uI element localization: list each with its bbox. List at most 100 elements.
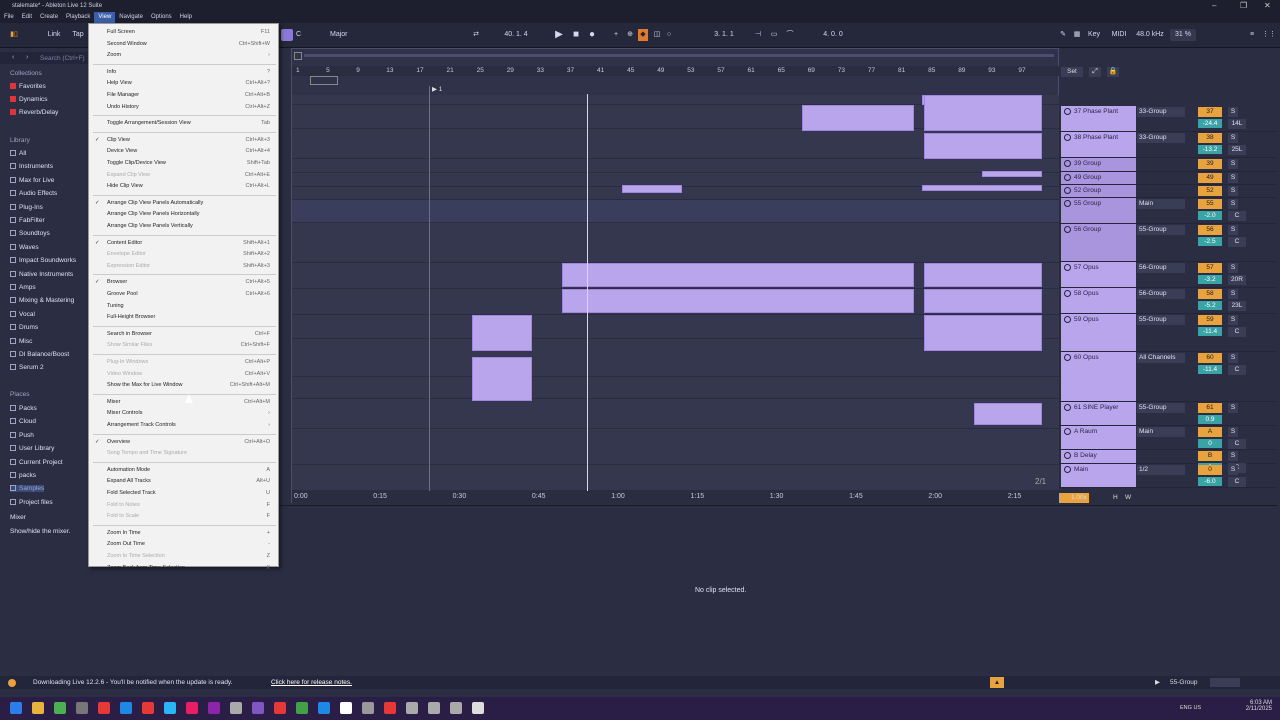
pan-value[interactable]: C: [1228, 439, 1246, 449]
menu-item[interactable]: Arrange Clip View Panels Vertically: [107, 221, 272, 231]
library-item[interactable]: Plug-Ins: [10, 203, 43, 211]
output-routing[interactable]: 33-Group: [1137, 133, 1185, 143]
track-activator-icon[interactable]: [1064, 452, 1071, 459]
metronome-icon[interactable]: ○: [664, 29, 674, 41]
track-header[interactable]: 57 Opus 56-Group 57 S -3.2 20R: [1059, 262, 1277, 288]
volume-value[interactable]: -3.2: [1198, 275, 1222, 284]
track-name[interactable]: A Raum: [1061, 426, 1136, 449]
time-ruler[interactable]: 0:00 0:15 0:30 0:45 1:00 1:15 1:30 1:45 2:00 2:15: [292, 491, 1060, 503]
volume-value[interactable]: -11.4: [1198, 365, 1222, 374]
menu-item[interactable]: Search in Browser Ctrl+F: [107, 329, 272, 339]
volume-value[interactable]: -6.0: [1198, 477, 1222, 486]
taskbar-app-icon[interactable]: [406, 702, 418, 714]
track-number[interactable]: 39: [1198, 159, 1222, 169]
beat-ruler[interactable]: 1 5 9 13 17 21 25 29 33 37 41 45 49 53 57 61 65 69 73 77 81 8…: [292, 66, 1060, 76]
output-routing[interactable]: All Channels: [1137, 353, 1185, 363]
pan-value[interactable]: 20R: [1228, 275, 1246, 285]
library-item[interactable]: Mixing & Mastering: [10, 297, 74, 304]
menu-item[interactable]: Zoom Out Time -: [107, 539, 272, 549]
menu-item[interactable]: Mixer Controls ›: [107, 408, 272, 418]
punch-icon[interactable]: ◆: [638, 29, 648, 41]
solo-button[interactable]: S: [1228, 289, 1238, 299]
solo-button[interactable]: S: [1228, 159, 1238, 169]
menu-options[interactable]: Options: [147, 12, 176, 23]
loop-brace[interactable]: [310, 76, 338, 85]
track-header[interactable]: 56 Group 55-Group 56 S -2.5 C: [1059, 224, 1277, 262]
output-routing[interactable]: 55-Group: [1137, 225, 1185, 235]
taskbar-app-icon[interactable]: [32, 702, 44, 714]
w-toggle[interactable]: W: [1125, 494, 1131, 501]
volume-value[interactable]: -2.5: [1198, 237, 1222, 246]
library-item[interactable]: Impact Soundworks: [10, 257, 76, 264]
taskbar-app-icon[interactable]: [10, 702, 22, 714]
clip[interactable]: [924, 315, 1042, 351]
track-activator-icon[interactable]: [1064, 316, 1071, 323]
menu-help[interactable]: Help: [176, 12, 196, 23]
menu-item[interactable]: Help View Ctrl+Alt+?: [107, 78, 272, 88]
track-number[interactable]: 38: [1198, 133, 1222, 143]
menu-item[interactable]: ✓ Overview Ctrl+Alt+O: [95, 437, 272, 447]
session-view-icon[interactable]: ⋮⋮: [1262, 29, 1276, 41]
loop-icon[interactable]: ▭: [768, 29, 780, 41]
menu-navigate[interactable]: Navigate: [115, 12, 147, 23]
track-header[interactable]: 61 SINE Player 55-Group 61 S 0.9: [1059, 402, 1277, 426]
solo-button[interactable]: S: [1228, 173, 1238, 183]
track-name[interactable]: Main: [1061, 464, 1136, 487]
output-routing[interactable]: 55-Group: [1137, 403, 1185, 413]
track-number[interactable]: 52: [1198, 186, 1222, 196]
track-name[interactable]: 61 SINE Player: [1061, 402, 1136, 425]
pan-value[interactable]: 25L: [1228, 145, 1246, 155]
arm-icon[interactable]: ▲: [990, 677, 1004, 688]
track-activator-icon[interactable]: [1064, 187, 1071, 194]
output-routing[interactable]: 1/2: [1137, 465, 1185, 475]
track-number[interactable]: 61: [1198, 403, 1222, 413]
track-number[interactable]: A: [1198, 427, 1222, 437]
clip[interactable]: [924, 289, 1042, 313]
place-item[interactable]: Samples: [10, 485, 45, 493]
pan-value[interactable]: C: [1228, 237, 1246, 247]
output-routing[interactable]: 56-Group: [1137, 289, 1185, 299]
menu-item[interactable]: ✓ Browser Ctrl+Alt+5: [95, 277, 272, 287]
track-lane[interactable]: [292, 200, 1060, 223]
clip[interactable]: [562, 289, 914, 313]
track-header[interactable]: 37 Phase Plant 33-Group 37 S -24.4 14L: [1059, 106, 1277, 132]
taskbar-app-icon[interactable]: [318, 702, 330, 714]
track-number[interactable]: 60: [1198, 353, 1222, 363]
library-item[interactable]: Misc: [10, 337, 32, 345]
record-icon[interactable]: ●: [586, 29, 598, 41]
menu-file[interactable]: File: [0, 12, 18, 23]
h-toggle[interactable]: H: [1113, 494, 1118, 501]
track-activator-icon[interactable]: [1064, 134, 1071, 141]
track-number[interactable]: 58: [1198, 289, 1222, 299]
menu-item[interactable]: Toggle Clip/Device View Shift+Tab: [107, 158, 272, 168]
pan-value[interactable]: 14L: [1228, 119, 1246, 129]
set-button[interactable]: Set: [1061, 67, 1083, 77]
output-routing[interactable]: 33-Group: [1137, 107, 1185, 117]
clip[interactable]: [922, 185, 1042, 191]
taskbar-app-icon[interactable]: [450, 702, 462, 714]
track-name[interactable]: 56 Group: [1061, 224, 1136, 261]
solo-button[interactable]: S: [1228, 403, 1238, 413]
output-routing[interactable]: 56-Group: [1137, 263, 1185, 273]
output-routing[interactable]: Main: [1137, 427, 1185, 437]
taskbar-app-icon[interactable]: [252, 702, 264, 714]
track-header[interactable]: B DelayBS0C: [1059, 450, 1277, 473]
lock-icon[interactable]: 🔒: [1107, 67, 1119, 77]
track-activator-icon[interactable]: [1064, 160, 1071, 167]
library-item[interactable]: Max for Live: [10, 176, 54, 184]
taskbar-app-icon[interactable]: [120, 702, 132, 714]
clip[interactable]: [924, 95, 1042, 131]
solo-button[interactable]: S: [1228, 263, 1238, 273]
menu-view[interactable]: View: [94, 12, 116, 23]
track-lane[interactable]: [292, 429, 1060, 465]
menu-item[interactable]: Arrange Clip View Panels Horizontally: [107, 209, 272, 219]
solo-button[interactable]: S: [1228, 451, 1238, 461]
clip[interactable]: [562, 263, 914, 287]
taskbar-app-icon[interactable]: [54, 702, 66, 714]
locator-marker[interactable]: ▶ 1: [432, 85, 442, 93]
place-item[interactable]: User Library: [10, 445, 54, 452]
draw-mode-icon[interactable]: ✎: [1058, 29, 1068, 41]
menu-item[interactable]: Zoom ›: [107, 50, 272, 60]
solo-button[interactable]: S: [1228, 315, 1238, 325]
solo-button[interactable]: S: [1228, 225, 1238, 235]
